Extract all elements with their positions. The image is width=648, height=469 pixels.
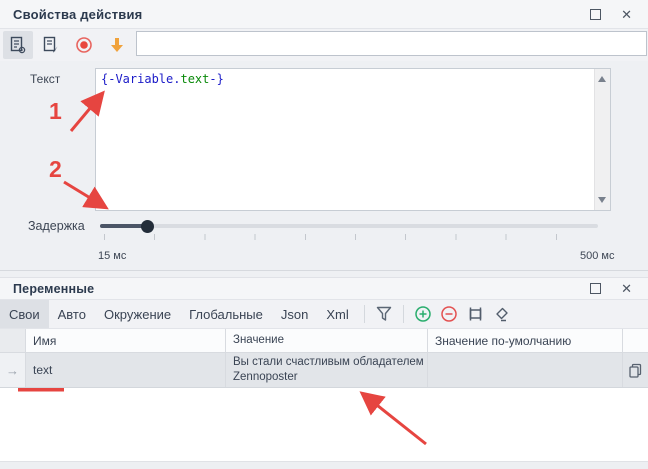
clear-button[interactable] bbox=[488, 302, 514, 326]
delay-max-label: 500 мс bbox=[580, 250, 614, 262]
action-properties-button[interactable] bbox=[3, 31, 33, 59]
column-header-default[interactable]: Значение по-умолчанию bbox=[428, 329, 623, 352]
plus-circle-icon bbox=[414, 305, 432, 323]
editor-scrollbar[interactable] bbox=[594, 69, 610, 210]
maximize-icon[interactable] bbox=[590, 283, 601, 294]
action-properties-panel: Свойства действия ✕ bbox=[0, 0, 648, 271]
tab-own[interactable]: Свои bbox=[0, 300, 49, 328]
zennoposter-window: Свойства действия ✕ bbox=[0, 0, 648, 468]
action-search-input[interactable] bbox=[136, 31, 647, 56]
down-arrow-icon bbox=[107, 35, 127, 55]
document-gear-icon bbox=[8, 35, 28, 55]
code-segment: {-Variable. bbox=[101, 72, 180, 86]
variables-tabsbar: Свои Авто Окружение Глобальные Json Xml bbox=[0, 300, 648, 329]
delay-slider-thumb[interactable] bbox=[141, 220, 154, 233]
action-toolbar bbox=[0, 29, 648, 61]
tab-global[interactable]: Глобальные bbox=[180, 300, 272, 328]
header-actions bbox=[623, 329, 648, 352]
close-icon[interactable]: ✕ bbox=[621, 8, 632, 21]
table-empty-area bbox=[0, 388, 648, 462]
variables-titlebar: Переменные ✕ bbox=[0, 278, 648, 300]
code-segment: text bbox=[180, 72, 209, 86]
copy-icon[interactable] bbox=[627, 362, 644, 379]
delay-slider-track[interactable] bbox=[100, 224, 598, 228]
variable-value-cell[interactable]: Вы стали счастливым обладателем Zennopos… bbox=[226, 353, 428, 387]
panel-title: Переменные bbox=[0, 282, 94, 296]
record-button[interactable] bbox=[69, 31, 99, 59]
filter-funnel-icon bbox=[375, 305, 393, 323]
scroll-down-icon[interactable] bbox=[598, 197, 606, 203]
insert-variable-button[interactable] bbox=[102, 31, 132, 59]
text-field-editor[interactable]: {-Variable.text-} bbox=[95, 68, 611, 211]
add-variable-button[interactable] bbox=[410, 302, 436, 326]
row-indicator: → bbox=[0, 353, 26, 387]
filter-button[interactable] bbox=[371, 302, 397, 326]
tab-json[interactable]: Json bbox=[272, 300, 317, 328]
action-edit-button[interactable] bbox=[36, 31, 66, 59]
scroll-up-icon[interactable] bbox=[598, 76, 606, 82]
variable-macro-text: {-Variable.text-} bbox=[96, 69, 610, 89]
variable-default-cell[interactable] bbox=[428, 353, 623, 387]
tab-xml[interactable]: Xml bbox=[317, 300, 357, 328]
row-actions bbox=[623, 353, 648, 387]
delay-slider-ticks bbox=[104, 234, 564, 240]
remove-variable-button[interactable] bbox=[436, 302, 462, 326]
column-header-value[interactable]: Значение bbox=[226, 329, 428, 352]
toolbar-separator bbox=[364, 305, 365, 323]
delay-min-label: 15 мс bbox=[98, 250, 126, 262]
column-header-name[interactable]: Имя bbox=[26, 329, 226, 352]
text-field-label: Текст bbox=[30, 72, 60, 86]
delay-slider-label: Задержка bbox=[28, 219, 85, 233]
header-gutter bbox=[0, 329, 26, 352]
minus-circle-icon bbox=[440, 305, 458, 323]
action-properties-titlebar: Свойства действия ✕ bbox=[0, 0, 648, 29]
document-pencil-icon bbox=[41, 35, 61, 55]
variables-panel: Переменные ✕ Свои Авто Окружение Глобаль… bbox=[0, 277, 648, 469]
record-icon bbox=[74, 35, 94, 55]
close-icon[interactable]: ✕ bbox=[621, 282, 632, 295]
code-segment: -} bbox=[209, 72, 223, 86]
tab-auto[interactable]: Авто bbox=[49, 300, 95, 328]
maximize-icon[interactable] bbox=[590, 9, 601, 20]
current-row-arrow-icon: → bbox=[6, 363, 19, 378]
eraser-icon bbox=[492, 305, 510, 323]
table-row[interactable]: → text Вы стали счастливым обладателем Z… bbox=[0, 353, 648, 388]
bounds-button[interactable] bbox=[462, 302, 488, 326]
tab-environment[interactable]: Окружение bbox=[95, 300, 180, 328]
panel-title: Свойства действия bbox=[0, 7, 142, 22]
toolbar-separator bbox=[403, 305, 404, 323]
variables-table-header: Имя Значение Значение по-умолчанию bbox=[0, 329, 648, 353]
variable-name-cell[interactable]: text bbox=[26, 353, 226, 387]
bounds-rect-icon bbox=[466, 305, 484, 323]
